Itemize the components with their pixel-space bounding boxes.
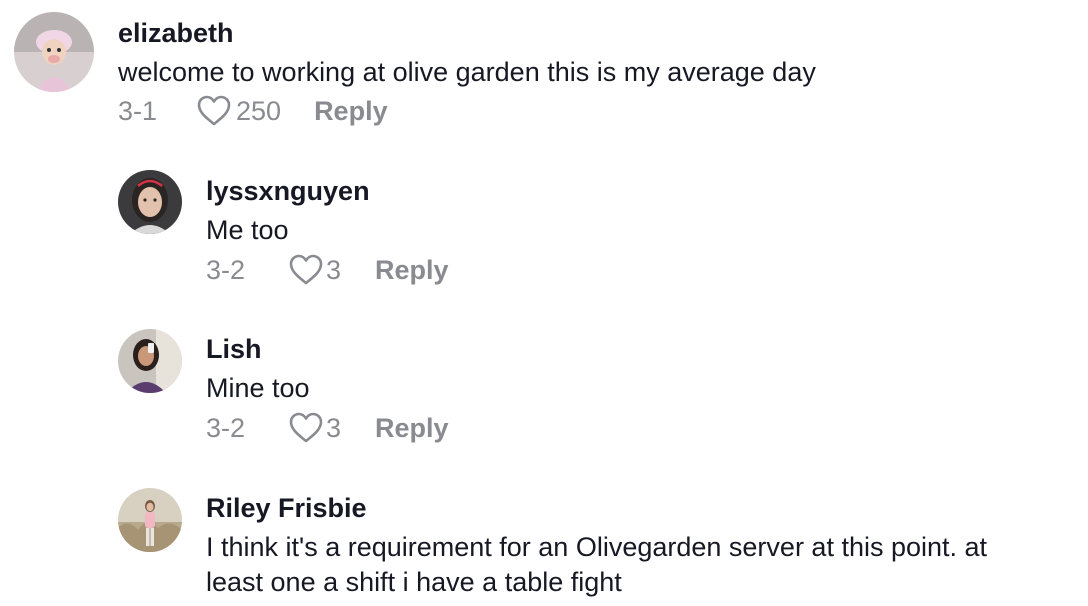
heart-outline-icon: [288, 254, 324, 286]
username[interactable]: elizabeth: [118, 17, 234, 49]
comment-meta: 3-1 250 Reply: [118, 95, 388, 127]
like-button[interactable]: 3: [288, 254, 341, 286]
reply-button[interactable]: Reply: [375, 412, 449, 444]
reply-button[interactable]: Reply: [375, 254, 449, 286]
comment-date: 3-2: [206, 255, 246, 285]
comment-text-line-2: least one a shift i have a table fight: [206, 567, 622, 597]
username[interactable]: Riley Frisbie: [206, 492, 367, 524]
like-count: 3: [326, 413, 342, 443]
like-button[interactable]: 250: [196, 95, 281, 127]
comment-date: 3-2: [206, 413, 246, 443]
avatar[interactable]: [118, 329, 182, 393]
reply-button[interactable]: Reply: [314, 95, 388, 127]
avatar[interactable]: [118, 488, 182, 552]
comment-text-line-1: I think it's a requirement for an Oliveg…: [206, 532, 988, 562]
like-count: 3: [326, 255, 342, 285]
comment-meta: 3-2 3 Reply: [206, 412, 449, 444]
avatar[interactable]: [14, 12, 94, 92]
comment-date: 3-1: [118, 96, 158, 126]
comment-text: Mine too: [206, 373, 310, 403]
username[interactable]: Lish: [206, 333, 262, 365]
comment-text: Me too: [206, 215, 289, 245]
like-count: 250: [236, 96, 282, 126]
avatar[interactable]: [118, 170, 182, 234]
username[interactable]: lyssxnguyen: [206, 175, 370, 207]
heart-outline-icon: [288, 412, 324, 444]
like-button[interactable]: 3: [288, 412, 341, 444]
comment-text: welcome to working at olive garden this …: [118, 57, 816, 87]
comment-meta: 3-2 3 Reply: [206, 254, 449, 286]
heart-outline-icon: [196, 95, 232, 127]
